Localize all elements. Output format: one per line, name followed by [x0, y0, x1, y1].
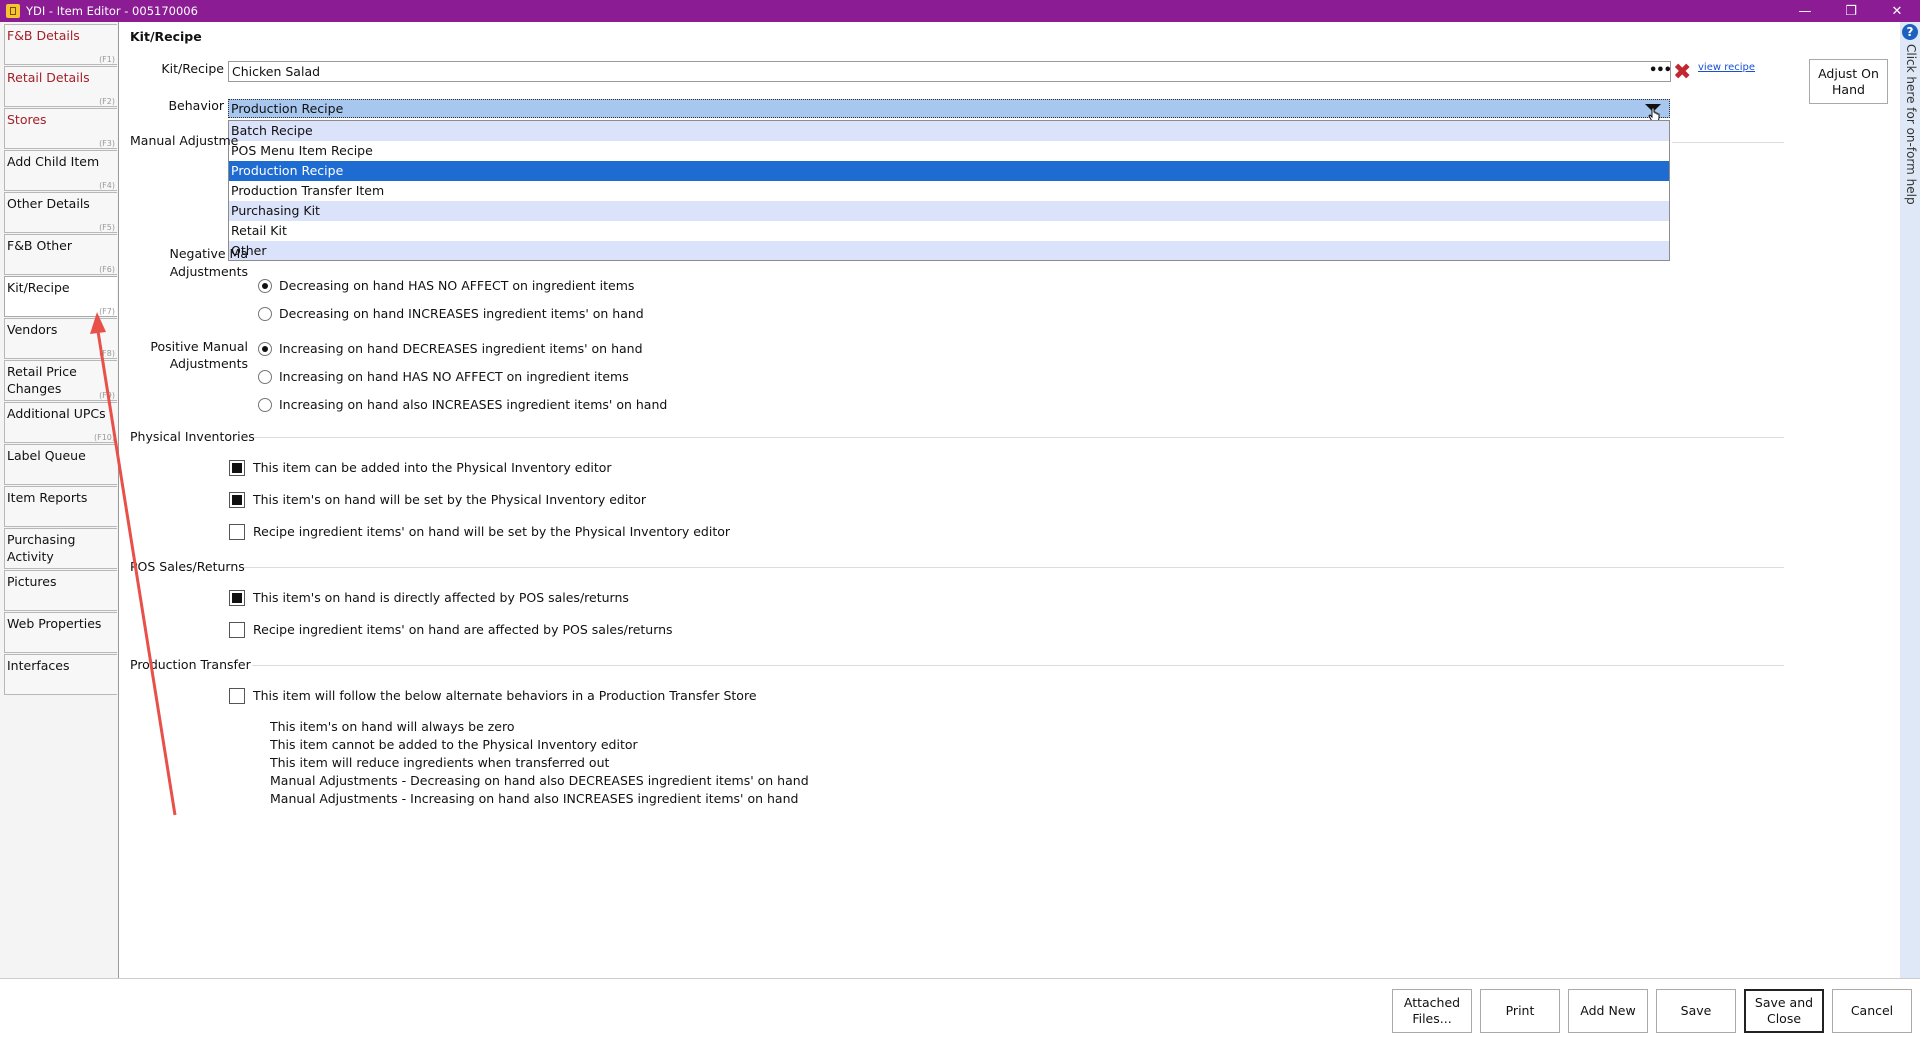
view-recipe-link[interactable]: view recipe	[1698, 62, 1755, 73]
dropdown-option-batch-recipe[interactable]: Batch Recipe	[229, 121, 1669, 141]
radio-label: Increasing on hand HAS NO AFFECT on ingr…	[279, 369, 629, 384]
annotation-arrowhead	[90, 312, 106, 334]
sidebar-tab-label: Retail Details	[7, 70, 90, 85]
radio-increase-no-affect[interactable]	[258, 370, 272, 384]
checkbox-label: Recipe ingredient items' on hand will be…	[253, 524, 731, 539]
help-strip[interactable]: ? Click here for on-form help	[1900, 22, 1920, 978]
dropdown-option-other[interactable]: Other	[229, 241, 1669, 260]
section-divider	[244, 567, 1784, 568]
section-divider	[252, 665, 1784, 666]
print-button[interactable]: Print	[1480, 989, 1560, 1033]
checkbox-ingredients-set-physical[interactable]	[229, 524, 245, 540]
title-bar: YDI - Item Editor - 005170006 — ❐ ✕	[0, 0, 1920, 22]
add-new-button[interactable]: Add New	[1568, 989, 1648, 1033]
checkbox-label: This item's on hand will be set by the P…	[253, 492, 647, 507]
behavior-label: Behavior	[168, 98, 224, 113]
transfer-note: This item's on hand will always be zero	[270, 719, 515, 734]
checkbox-pos-affects-item[interactable]	[229, 590, 245, 606]
radio-label: Increasing on hand also INCREASES ingred…	[279, 397, 668, 412]
dropdown-option-production-recipe[interactable]: Production Recipe	[229, 161, 1669, 181]
checkbox-added-to-physical[interactable]	[229, 460, 245, 476]
page-title: Kit/Recipe	[130, 29, 202, 44]
sidebar-tab-label: Stores	[7, 112, 47, 127]
adjust-on-hand-button[interactable]: Adjust On Hand	[1809, 59, 1888, 104]
checkbox-label: This item will follow the below alternat…	[253, 688, 757, 703]
window-title: YDI - Item Editor - 005170006	[26, 4, 198, 18]
radio-label: Decreasing on hand HAS NO AFFECT on ingr…	[279, 278, 635, 293]
close-icon[interactable]: ✕	[1874, 0, 1920, 22]
sidebar-tab-label: Add Child Item	[7, 154, 100, 169]
radio-label: Increasing on hand DECREASES ingredient …	[279, 341, 643, 356]
sidebar-tab-fb-details[interactable]: F&B Details (F1)	[4, 24, 117, 65]
dropdown-option-production-transfer-item[interactable]: Production Transfer Item	[229, 181, 1669, 201]
sidebar-tab-label: Interfaces	[7, 658, 70, 673]
dropdown-option-retail-kit[interactable]: Retail Kit	[229, 221, 1669, 241]
radio-increase-decreases[interactable]	[258, 342, 272, 356]
annotation-arrow-line	[95, 324, 177, 816]
checkbox-on-hand-set-physical[interactable]	[229, 492, 245, 508]
sidebar-tab-add-child-item[interactable]: Add Child Item (F4)	[4, 150, 117, 191]
fkey-hint: (F5)	[99, 223, 115, 232]
sidebar-tab-label: Vendors	[7, 322, 58, 337]
transfer-note: This item cannot be added to the Physica…	[270, 737, 638, 752]
cancel-button[interactable]: Cancel	[1832, 989, 1912, 1033]
minimize-icon[interactable]: —	[1782, 0, 1828, 22]
negative-adjustments-label-2: Adjustments	[169, 264, 248, 279]
sidebar-tab-retail-details[interactable]: Retail Details (F2)	[4, 66, 117, 107]
sidebar-tab-label: Pictures	[7, 574, 57, 589]
sidebar-tab-label: Item Reports	[7, 490, 88, 505]
app-icon	[6, 4, 20, 18]
radio-decrease-no-affect[interactable]	[258, 279, 272, 293]
checkbox-label: This item's on hand is directly affected…	[253, 590, 629, 605]
transfer-note: Manual Adjustments - Increasing on hand …	[270, 791, 799, 806]
sidebar-tab-label: Other Details	[7, 196, 90, 211]
checkbox-production-transfer[interactable]	[229, 688, 245, 704]
kit-recipe-label: Kit/Recipe	[161, 61, 224, 76]
fkey-hint: (F1)	[99, 55, 115, 64]
behavior-select[interactable]: Production Recipe	[228, 99, 1670, 118]
negative-adjustments-label: Negative Ma	[169, 246, 248, 261]
sidebar-tab-stores[interactable]: Stores (F3)	[4, 108, 117, 149]
save-button[interactable]: Save	[1656, 989, 1736, 1033]
sidebar-tab-label: Kit/Recipe	[7, 280, 70, 295]
fkey-hint: (F3)	[99, 139, 115, 148]
sidebar-tab-label: Label Queue	[7, 448, 86, 463]
fkey-hint: (F4)	[99, 181, 115, 190]
transfer-note: This item will reduce ingredients when t…	[270, 755, 610, 770]
help-text: Click here for on-form help	[1904, 44, 1918, 205]
dropdown-option-purchasing-kit[interactable]: Purchasing Kit	[229, 201, 1669, 221]
sidebar-tab-label: F&B Other	[7, 238, 72, 253]
manual-adjustments-heading: Manual Adjustme	[130, 133, 239, 148]
checkbox-pos-affects-ingredients[interactable]	[229, 622, 245, 638]
radio-decrease-increases[interactable]	[258, 307, 272, 321]
restore-icon[interactable]: ❐	[1828, 0, 1874, 22]
radio-label: Decreasing on hand INCREASES ingredient …	[279, 306, 644, 321]
behavior-selected-value: Production Recipe	[231, 101, 344, 116]
clear-kit-icon[interactable]: ✖	[1673, 62, 1691, 84]
dropdown-option-pos-menu-item-recipe[interactable]: POS Menu Item Recipe	[229, 141, 1669, 161]
kit-recipe-input[interactable]: Chicken Salad	[228, 61, 1671, 82]
annotation-arrow	[90, 312, 177, 816]
sidebar-tab-other-details[interactable]: Other Details (F5)	[4, 192, 117, 233]
help-icon[interactable]: ?	[1902, 24, 1918, 40]
save-and-close-button[interactable]: Save and Close	[1744, 989, 1824, 1033]
fkey-hint: (F6)	[99, 265, 115, 274]
behavior-dropdown-list: Batch Recipe POS Menu Item Recipe Produc…	[228, 120, 1670, 261]
fkey-hint: (F2)	[99, 97, 115, 106]
sidebar-tab-fb-other[interactable]: F&B Other (F6)	[4, 234, 117, 275]
attached-files-button[interactable]: Attached Files...	[1392, 989, 1472, 1033]
transfer-note: Manual Adjustments - Decreasing on hand …	[270, 773, 809, 788]
section-divider	[254, 437, 1784, 438]
sidebar-tab-label: F&B Details	[7, 28, 80, 43]
checkbox-label: Recipe ingredient items' on hand are aff…	[253, 622, 673, 637]
radio-increase-also-increases[interactable]	[258, 398, 272, 412]
section-divider	[1672, 142, 1784, 143]
browse-button[interactable]: •••	[1649, 63, 1672, 78]
checkbox-label: This item can be added into the Physical…	[253, 460, 612, 475]
